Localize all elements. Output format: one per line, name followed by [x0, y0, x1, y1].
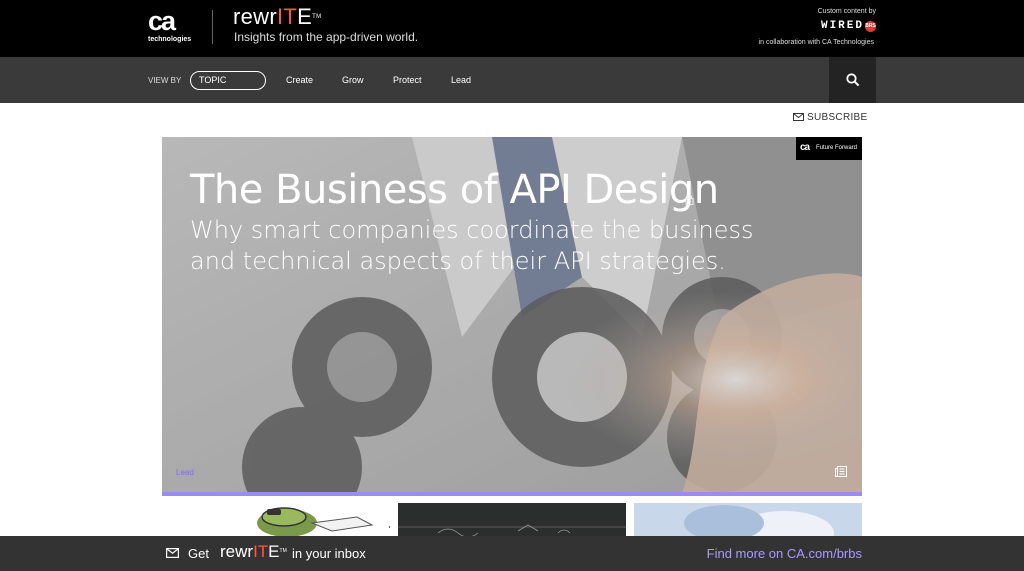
- ca-logo[interactable]: ca technologies: [146, 8, 194, 46]
- newsletter-banner[interactable]: Get rewrITETM in your inbox Find more on…: [0, 536, 1024, 571]
- top-header: ca technologies rewrITETM Insights from …: [0, 0, 1024, 57]
- custom-content-label: Custom content by: [817, 8, 876, 15]
- rewrite-logo[interactable]: rewrITETM: [233, 5, 321, 29]
- banner-rewrite-logo: rewrITETM: [220, 542, 287, 561]
- brand-prefix: rewr: [233, 4, 277, 29]
- banner-inbox-label: in your inbox: [292, 546, 366, 561]
- badge-label: Future Forward: [816, 145, 858, 151]
- brs-badge: BRS: [865, 21, 876, 32]
- badge-ca-mark: ca: [800, 142, 810, 153]
- article-thumbnail[interactable]: [162, 503, 390, 536]
- banner-brand-highlight: IT: [253, 542, 269, 561]
- nav-link-protect[interactable]: Protect: [393, 75, 422, 85]
- thumbnail-image: [257, 507, 390, 536]
- brand-suffix: E: [297, 4, 313, 29]
- banner-get-label: Get: [188, 546, 209, 561]
- nav-bar: VIEW BY TOPIC Create Grow Protect Lead: [0, 57, 1024, 103]
- hero-accent-bar: [162, 492, 862, 496]
- topic-dropdown[interactable]: TOPIC: [190, 71, 266, 90]
- tagline: Insights from the app-driven world.: [234, 30, 419, 44]
- topic-tag[interactable]: Lead: [176, 468, 194, 477]
- article-thumbnail[interactable]: [634, 503, 862, 536]
- brand-highlight: IT: [276, 4, 298, 29]
- header-divider: [212, 10, 213, 44]
- mail-icon: [166, 548, 179, 558]
- thumbnail-image: [398, 503, 626, 536]
- wired-logo[interactable]: WIRED: [821, 20, 864, 33]
- nav-link-grow[interactable]: Grow: [342, 75, 364, 85]
- article-thumbnail[interactable]: [398, 503, 626, 536]
- future-forward-badge: ca Future Forward: [796, 137, 862, 160]
- search-button[interactable]: [829, 57, 876, 103]
- nav-link-lead[interactable]: Lead: [451, 75, 471, 85]
- find-more-link[interactable]: Find more on CA.com/brbs: [707, 547, 862, 561]
- banner-brand-suffix: E: [268, 542, 280, 561]
- search-icon: [846, 73, 860, 87]
- brand-tm: TM: [312, 14, 322, 20]
- ca-logo-mark: ca: [148, 6, 176, 36]
- subscribe-label: SUBSCRIBE: [807, 112, 868, 123]
- thumbnail-image: [634, 503, 862, 536]
- mail-icon: [793, 113, 804, 121]
- hero-article[interactable]: The Business of API Design Why smart com…: [162, 137, 862, 493]
- nav-link-create[interactable]: Create: [286, 75, 313, 85]
- article-icon: [835, 466, 847, 477]
- ca-logo-subtext: technologies: [148, 36, 192, 43]
- banner-brand-prefix: rewr: [220, 542, 254, 561]
- view-by-label: VIEW BY: [148, 76, 182, 85]
- hero-title[interactable]: The Business of API Design: [190, 168, 719, 212]
- collaboration-label: in collaboration with CA Technologies: [758, 39, 874, 46]
- lock-icon: [685, 194, 694, 205]
- subscribe-link[interactable]: SUBSCRIBE: [793, 112, 868, 124]
- hero-subtitle: Why smart companies coordinate the busin…: [190, 216, 754, 275]
- banner-brand-tm: TM: [279, 548, 287, 554]
